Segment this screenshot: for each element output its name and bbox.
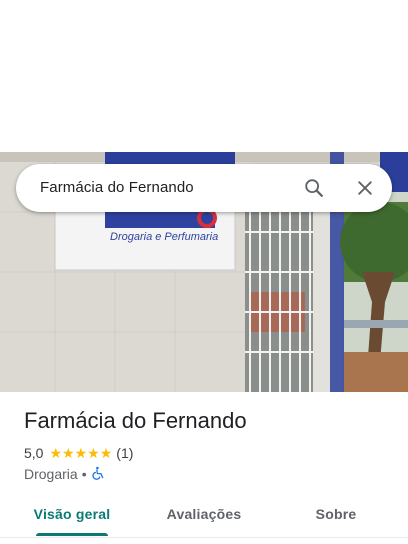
wheelchair-icon — [91, 466, 105, 483]
place-tabs: Visão geral Avaliações Sobre — [0, 494, 408, 538]
star-icon: ★ — [62, 445, 75, 461]
sign-text: Drogaria e Perfumaria — [110, 231, 218, 243]
rating-value: 5,0 — [24, 445, 44, 461]
search-query[interactable]: Farmácia do Fernando — [40, 179, 194, 196]
tabs-divider — [0, 537, 408, 538]
star-icon: ★ — [87, 445, 100, 461]
tab-about[interactable]: Sobre — [284, 494, 388, 534]
star-rating: ★ ★ ★ ★ ★ — [49, 446, 112, 460]
search-icon[interactable] — [302, 176, 326, 200]
search-bar[interactable]: Farmácia do Fernando — [16, 164, 392, 212]
tab-label: Visão geral — [33, 506, 111, 522]
place-category: Drogaria — [24, 466, 78, 482]
close-icon[interactable] — [353, 176, 377, 200]
tab-reviews[interactable]: Avaliações — [152, 494, 256, 534]
active-tab-indicator — [36, 533, 108, 536]
tab-overview[interactable]: Visão geral — [20, 494, 124, 534]
star-icon: ★ — [49, 445, 63, 461]
category-row: Drogaria • — [24, 465, 105, 483]
star-icon: ★ — [99, 445, 113, 461]
rating-row[interactable]: 5,0 ★ ★ ★ ★ ★ (1) — [24, 444, 133, 462]
star-icon: ★ — [74, 445, 88, 461]
tab-label: Avaliações — [166, 506, 242, 522]
review-count[interactable]: (1) — [116, 445, 133, 461]
place-title: Farmácia do Fernando — [24, 408, 247, 433]
separator-dot: • — [81, 466, 87, 482]
tab-label: Sobre — [315, 506, 357, 522]
